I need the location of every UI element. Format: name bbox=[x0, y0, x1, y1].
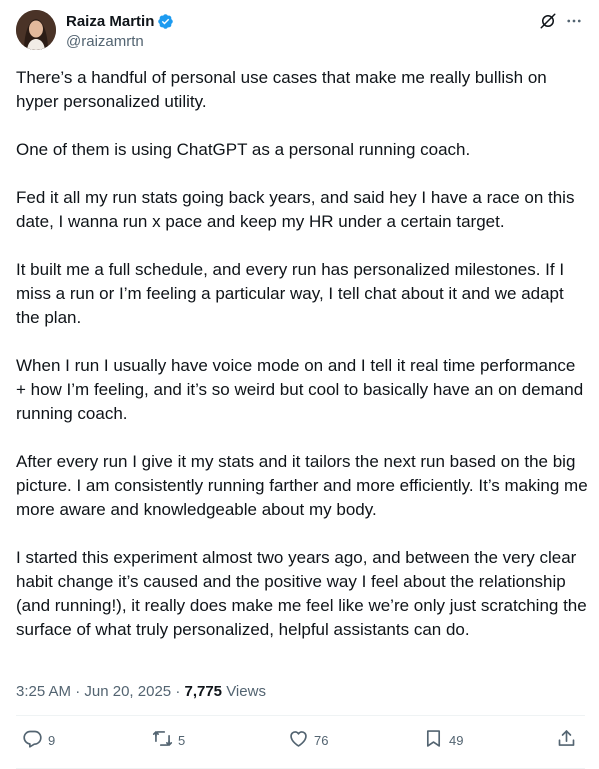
tweet-meta: 3:25 AM · Jun 20, 2025 · 7,775 Views bbox=[16, 683, 266, 700]
avatar[interactable] bbox=[16, 10, 56, 50]
tweet-paragraph: It built me a full schedule, and every r… bbox=[16, 260, 565, 327]
repost-icon bbox=[152, 728, 173, 752]
reply-icon bbox=[22, 728, 43, 752]
bookmark-icon bbox=[423, 728, 444, 752]
tweet-date[interactable]: Jun 20, 2025 bbox=[84, 683, 171, 700]
display-name[interactable]: Raiza Martin bbox=[66, 13, 154, 30]
tweet: Raiza Martin @raizamrtn There’s a handfu… bbox=[0, 0, 599, 769]
reply-count: 9 bbox=[48, 732, 56, 748]
share-icon bbox=[556, 728, 577, 752]
divider bbox=[16, 715, 585, 716]
repost-count: 5 bbox=[178, 732, 186, 748]
grok-icon[interactable] bbox=[537, 10, 559, 32]
tweet-header: Raiza Martin @raizamrtn bbox=[16, 10, 585, 54]
tweet-paragraph: When I run I usually have voice mode on … bbox=[16, 356, 584, 423]
views-label: Views bbox=[226, 683, 266, 700]
action-bar: 9 5 76 49 bbox=[16, 728, 585, 762]
reply-button[interactable]: 9 bbox=[22, 728, 55, 752]
verified-badge-icon bbox=[157, 13, 174, 30]
tweet-paragraph: Fed it all my run stats going back years… bbox=[16, 188, 575, 231]
more-icon[interactable] bbox=[563, 10, 585, 32]
tweet-paragraph: One of them is using ChatGPT as a person… bbox=[16, 140, 471, 159]
like-button[interactable]: 76 bbox=[288, 728, 328, 752]
bookmark-button[interactable]: 49 bbox=[423, 728, 463, 752]
share-button[interactable] bbox=[556, 728, 577, 752]
header-actions bbox=[537, 10, 585, 32]
tweet-paragraph: I started this experiment almost two yea… bbox=[16, 548, 587, 639]
tweet-paragraph: After every run I give it my stats and i… bbox=[16, 452, 588, 519]
handle[interactable]: @raizamrtn bbox=[66, 33, 144, 50]
like-count: 76 bbox=[314, 732, 329, 748]
tweet-text: There’s a handful of personal use cases … bbox=[16, 66, 588, 642]
tweet-time[interactable]: 3:25 AM bbox=[16, 683, 71, 700]
heart-icon bbox=[288, 728, 309, 752]
meta-separator: · bbox=[75, 683, 85, 700]
repost-button[interactable]: 5 bbox=[152, 728, 185, 752]
bookmark-count: 49 bbox=[449, 732, 464, 748]
name-row: Raiza Martin bbox=[66, 13, 174, 30]
tweet-paragraph: There’s a handful of personal use cases … bbox=[16, 68, 547, 111]
views-count[interactable]: 7,775 bbox=[184, 683, 222, 700]
